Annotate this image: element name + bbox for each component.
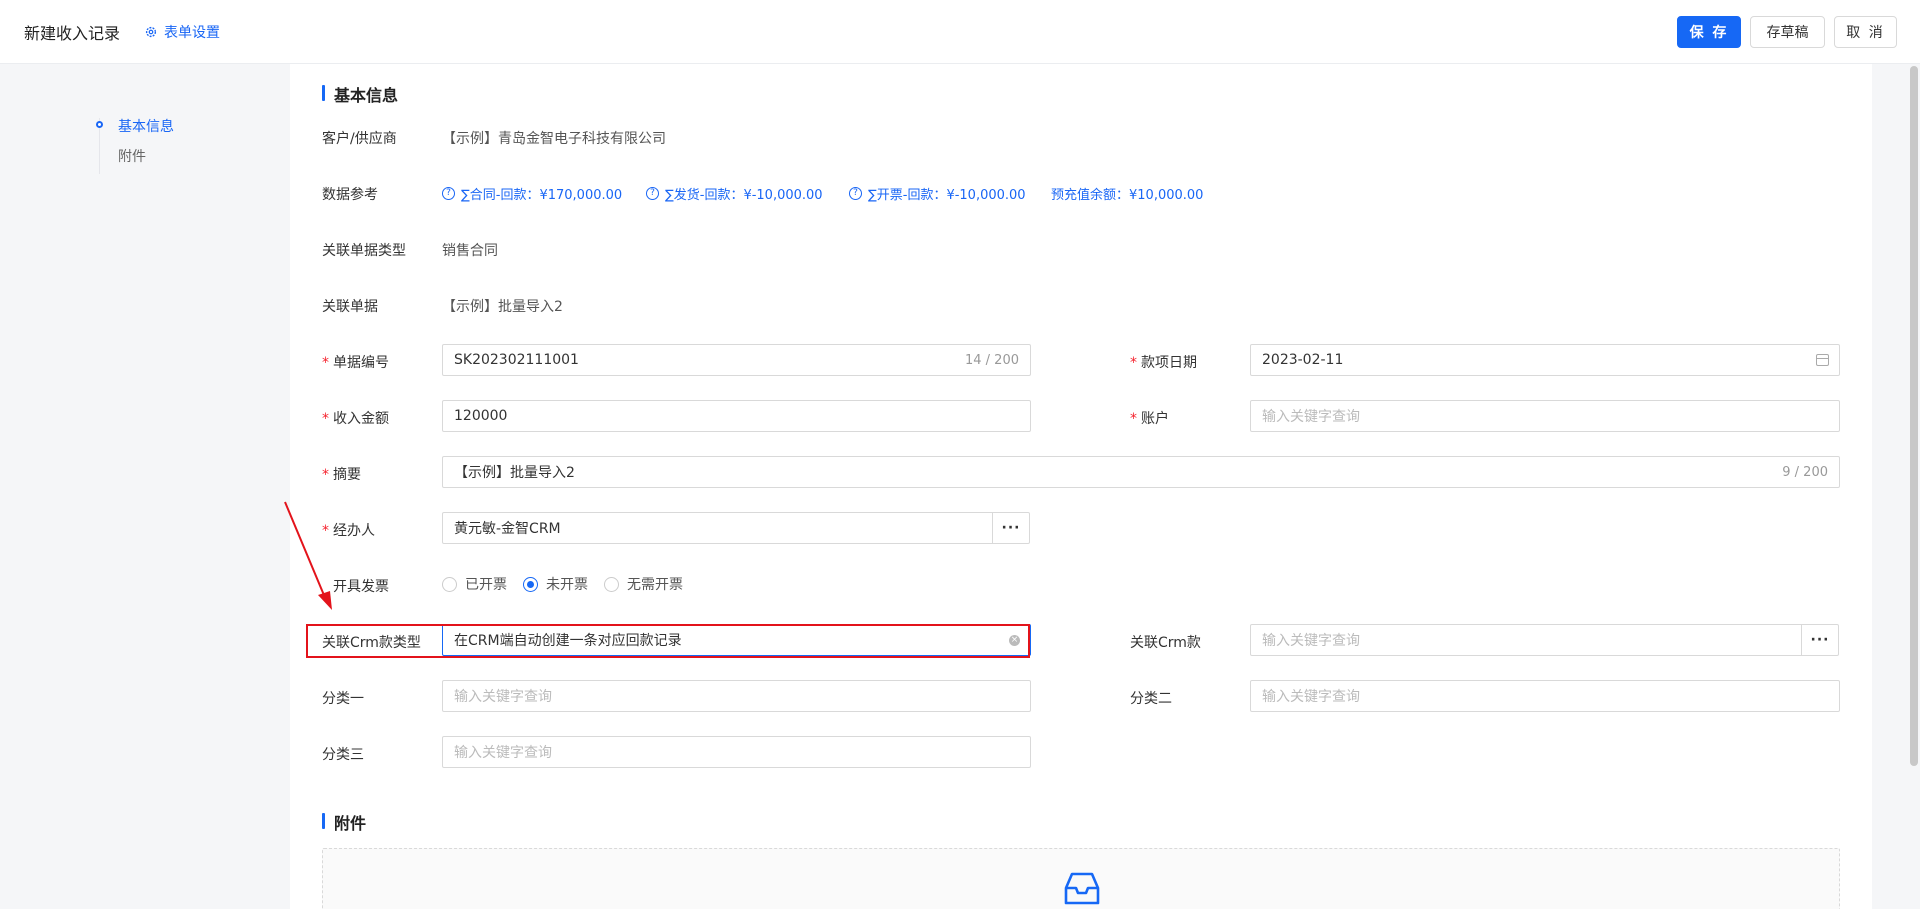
crm-type-value: 在CRM端自动创建一条对应回款记录: [454, 633, 682, 649]
data-ref-invoice[interactable]: ? ∑开票-回款：¥-10,000.00: [849, 184, 1026, 203]
radio-label: 无需开票: [627, 577, 683, 593]
data-ref-label: 数据参考: [322, 187, 378, 203]
radio-label: 未开票: [546, 577, 588, 593]
data-ref-contract-text: ∑合同-回款：¥170,000.00: [461, 188, 623, 203]
data-ref-prepaid: 预充值余额：¥10,000.00: [1051, 184, 1203, 203]
handler-value: 黄元敏-金智CRM: [454, 521, 561, 537]
summary-input[interactable]: 【示例】批量导入2 9 / 200: [442, 456, 1840, 488]
doc-no-value: SK202302111001: [454, 352, 579, 368]
customer-label: 客户/供应商: [322, 131, 397, 147]
related-type-label: 关联单据类型: [322, 243, 406, 259]
account-label: * 账户: [1130, 411, 1169, 427]
cat1-placeholder: 输入关键字查询: [454, 689, 552, 705]
date-label: * 款项日期: [1130, 355, 1197, 371]
anchor-item-attachment[interactable]: 附件: [118, 146, 146, 166]
doc-no-count: 14 / 200: [965, 352, 1019, 368]
invoice-radio-not-needed[interactable]: 无需开票: [604, 574, 683, 594]
summary-label: * 摘要: [322, 467, 361, 483]
anchor-active-dot: [96, 121, 103, 128]
doc-no-input[interactable]: SK202302111001 14 / 200: [442, 344, 1031, 376]
cat2-input[interactable]: 输入关键字查询: [1250, 680, 1840, 712]
crm-type-label: 关联Crm款类型: [322, 635, 421, 651]
clear-icon[interactable]: ×: [1009, 635, 1020, 646]
crm-label: 关联Crm款: [1130, 635, 1201, 651]
invoice-label: 开具发票: [333, 579, 389, 595]
invoice-radio-not-issued[interactable]: 未开票: [523, 574, 588, 594]
cat2-label: 分类二: [1130, 691, 1172, 707]
attachment-upload-area[interactable]: [322, 848, 1840, 909]
handler-select-button[interactable]: ···: [992, 512, 1030, 544]
page-header: 新建收入记录 表单设置 保 存 存草稿 取 消: [0, 0, 1920, 64]
form-settings-link[interactable]: 表单设置: [144, 22, 220, 42]
date-picker[interactable]: 2023-02-11: [1250, 344, 1840, 376]
invoice-radio-issued[interactable]: 已开票: [442, 574, 507, 594]
anchor-item-basic-info[interactable]: 基本信息: [118, 116, 174, 136]
amount-input[interactable]: 120000: [442, 400, 1031, 432]
question-icon: ?: [646, 187, 659, 200]
invoice-radio-group: 已开票 未开票 无需开票: [442, 574, 683, 594]
amount-label: * 收入金额: [322, 411, 389, 427]
section-title-basic-info: 基本信息: [322, 82, 398, 106]
doc-no-label: * 单据编号: [322, 355, 389, 371]
related-type-value: 销售合同: [442, 243, 498, 259]
summary-value: 【示例】批量导入2: [454, 465, 575, 481]
gear-icon: [145, 26, 157, 38]
form-settings-label: 表单设置: [164, 25, 220, 41]
crm-type-select[interactable]: 在CRM端自动创建一条对应回款记录 ×: [442, 624, 1031, 656]
inbox-icon: [1064, 872, 1100, 905]
question-icon: ?: [442, 187, 455, 200]
cat3-label: 分类三: [322, 747, 364, 763]
save-draft-button[interactable]: 存草稿: [1750, 16, 1825, 48]
data-ref-delivery[interactable]: ? ∑发货-回款：¥-10,000.00: [646, 184, 823, 203]
page-title: 新建收入记录: [24, 24, 121, 43]
radio-label: 已开票: [465, 577, 507, 593]
crm-input[interactable]: 输入关键字查询: [1250, 624, 1802, 656]
radio-circle: [604, 576, 619, 592]
crm-placeholder: 输入关键字查询: [1262, 633, 1360, 649]
account-input[interactable]: 输入关键字查询: [1250, 400, 1840, 432]
amount-value: 120000: [454, 408, 508, 424]
question-icon: ?: [849, 187, 862, 200]
related-doc-value: 【示例】批量导入2: [442, 299, 563, 315]
date-value: 2023-02-11: [1262, 352, 1344, 368]
radio-circle-checked: [523, 576, 538, 592]
handler-input[interactable]: 黄元敏-金智CRM: [442, 512, 993, 544]
cancel-button[interactable]: 取 消: [1834, 16, 1897, 48]
cat3-input[interactable]: 输入关键字查询: [442, 736, 1031, 768]
calendar-icon: [1816, 354, 1829, 366]
cat2-placeholder: 输入关键字查询: [1262, 689, 1360, 705]
cat1-input[interactable]: 输入关键字查询: [442, 680, 1031, 712]
summary-count: 9 / 200: [1782, 464, 1828, 480]
data-ref-prepaid-text: 预充值余额：¥10,000.00: [1051, 188, 1204, 203]
cat3-placeholder: 输入关键字查询: [454, 745, 552, 761]
section-title-attachment: 附件: [322, 810, 366, 834]
annotation-arrow: [284, 501, 332, 610]
radio-circle: [442, 576, 457, 592]
save-button[interactable]: 保 存: [1677, 16, 1741, 48]
data-ref-invoice-text: ∑开票-回款：¥-10,000.00: [868, 188, 1026, 203]
account-placeholder: 输入关键字查询: [1262, 409, 1360, 425]
vertical-scrollbar[interactable]: [1910, 66, 1918, 766]
cat1-label: 分类一: [322, 691, 364, 707]
crm-select-button[interactable]: ···: [1801, 624, 1839, 656]
customer-value: 【示例】青岛金智电子科技有限公司: [442, 131, 666, 147]
data-ref-contract[interactable]: ? ∑合同-回款：¥170,000.00: [442, 184, 622, 203]
related-doc-label: 关联单据: [322, 299, 378, 315]
data-ref-delivery-text: ∑发货-回款：¥-10,000.00: [665, 188, 823, 203]
